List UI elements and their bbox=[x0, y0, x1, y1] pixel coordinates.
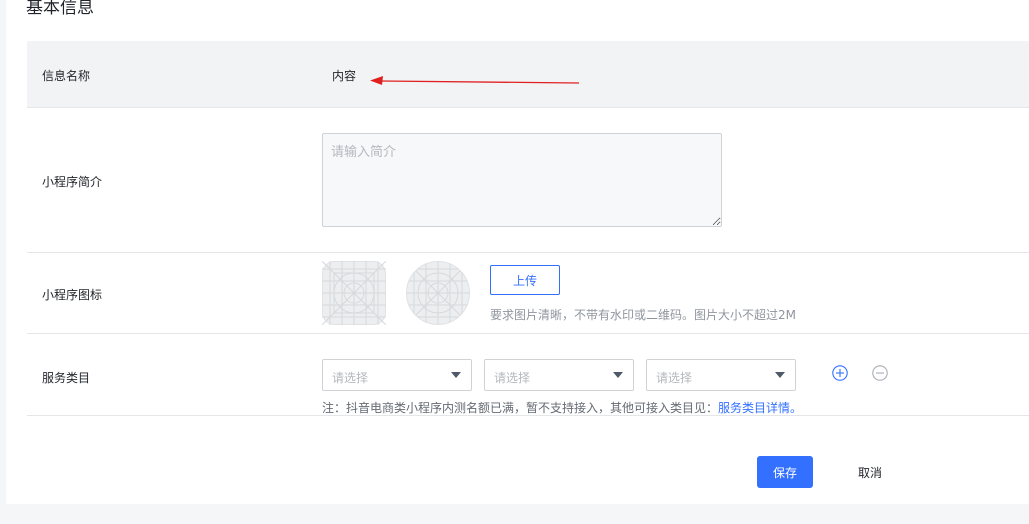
row-icon: 小程序图标 上传 要求图片清晰，不带有水印或二维码。图片大小不超过2M bbox=[27, 253, 1029, 334]
row-intro: 小程序简介 bbox=[27, 108, 1029, 253]
info-name-label: 信息名称 bbox=[42, 69, 91, 83]
service-select-1-placeholder: 请选择 bbox=[332, 371, 369, 385]
upload-hint: 要求图片清晰，不带有水印或二维码。图片大小不超过2M bbox=[490, 308, 796, 322]
remove-circle-icon[interactable] bbox=[872, 365, 888, 381]
service-select-2-placeholder: 请选择 bbox=[494, 371, 531, 385]
square-icon-placeholder bbox=[322, 261, 386, 325]
save-button[interactable]: 保存 bbox=[757, 456, 813, 488]
section-title: 基本信息 bbox=[26, 0, 94, 18]
form-card: 基本信息 信息名称 内容 小程序简介 小程序图标 bbox=[6, 0, 1029, 504]
row-service: 服务类目 请选择 请选择 请选择 注：抖音电商类小程序内测名额已满，暂不支持接入… bbox=[27, 334, 1029, 416]
circle-icon-placeholder bbox=[406, 261, 470, 325]
service-select-1[interactable]: 请选择 bbox=[322, 359, 472, 391]
info-name-value: 内容 bbox=[332, 69, 357, 83]
service-label: 服务类目 bbox=[42, 371, 91, 385]
intro-label: 小程序简介 bbox=[42, 175, 103, 189]
red-arrow-icon bbox=[370, 76, 580, 85]
row-info-name: 信息名称 内容 bbox=[27, 41, 1029, 108]
service-select-3-placeholder: 请选择 bbox=[656, 371, 693, 385]
service-select-2[interactable]: 请选择 bbox=[484, 359, 634, 391]
intro-textarea[interactable] bbox=[322, 133, 722, 227]
service-note-text: 注：抖音电商类小程序内测名额已满，暂不支持接入，其他可接入类目见： bbox=[322, 401, 719, 415]
service-select-3[interactable]: 请选择 bbox=[646, 359, 796, 391]
icon-label: 小程序图标 bbox=[42, 288, 103, 302]
service-note: 注：抖音电商类小程序内测名额已满，暂不支持接入，其他可接入类目见：服务类目详情。 bbox=[322, 399, 802, 416]
upload-button[interactable]: 上传 bbox=[490, 265, 560, 295]
caret-down-icon bbox=[775, 372, 785, 378]
service-category-link[interactable]: 服务类目详情。 bbox=[718, 401, 802, 415]
add-circle-icon[interactable] bbox=[832, 365, 848, 381]
cancel-button[interactable]: 取消 bbox=[844, 456, 896, 488]
caret-down-icon bbox=[451, 372, 461, 378]
caret-down-icon bbox=[613, 372, 623, 378]
